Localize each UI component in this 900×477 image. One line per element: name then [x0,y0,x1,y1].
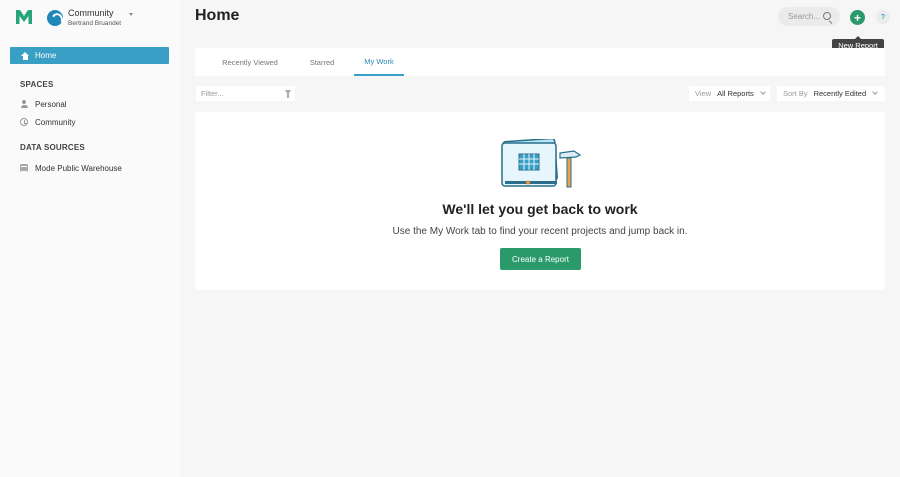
sidebar-item-personal[interactable]: Personal [20,98,67,110]
org-name: Community [68,7,114,18]
sort-select[interactable]: Sort By Recently Edited [777,86,885,101]
person-icon [20,100,28,108]
tab-starred[interactable]: Starred [298,48,346,76]
view-select[interactable]: View All Reports [689,86,770,101]
sort-select-label: Sort By [783,89,808,98]
empty-state-panel: We'll let you get back to work Use the M… [195,112,885,290]
sort-select-value: Recently Edited [813,89,867,98]
home-icon [21,51,29,60]
sidebar-item-community[interactable]: Community [20,116,75,128]
empty-state-subtitle: Use the My Work tab to find your recent … [392,226,688,237]
org-switcher[interactable]: Community Bertrand Bruandet [47,7,134,29]
sidebar-item-mode-public-warehouse[interactable]: Mode Public Warehouse [20,162,122,174]
mode-logo-icon[interactable] [16,10,32,24]
database-icon [20,164,28,172]
sidebar: Community Bertrand Bruandet Home SPACES … [0,0,180,477]
search-input[interactable] [788,12,824,21]
tab-my-work[interactable]: My Work [354,48,404,76]
filter-box[interactable] [196,86,295,101]
filter-funnel-icon [285,90,291,98]
filter-input[interactable] [201,89,281,98]
page-title: Home [195,7,240,24]
sidebar-item-home[interactable]: Home [10,47,169,64]
new-report-button[interactable]: + [850,10,865,25]
view-select-value: All Reports [717,89,754,98]
clock-icon [20,118,28,126]
report-tools-illustration-icon [501,139,582,188]
chevron-down-icon [872,89,878,95]
search-icon[interactable] [823,12,831,20]
sidebar-item-label: Personal [35,99,67,109]
sidebar-item-label: Mode Public Warehouse [35,163,122,173]
spaces-heading: SPACES [20,80,54,89]
view-select-label: View [695,89,712,98]
caret-down-icon [129,12,134,16]
chevron-down-icon [759,89,766,95]
user-name: Bertrand Bruandet [68,19,122,27]
data-sources-heading: DATA SOURCES [20,143,85,152]
sidebar-item-label: Home [35,51,57,60]
org-avatar-icon [47,10,63,26]
help-button[interactable]: ? [876,10,890,24]
tab-recently-viewed[interactable]: Recently Viewed [210,48,290,76]
search-box[interactable] [778,7,840,26]
empty-state-title: We'll let you get back to work [442,201,638,217]
sidebar-item-label: Community [35,117,76,127]
create-report-button[interactable]: Create a Report [500,248,581,270]
tabs-bar: Recently Viewed Starred My Work [195,48,885,76]
